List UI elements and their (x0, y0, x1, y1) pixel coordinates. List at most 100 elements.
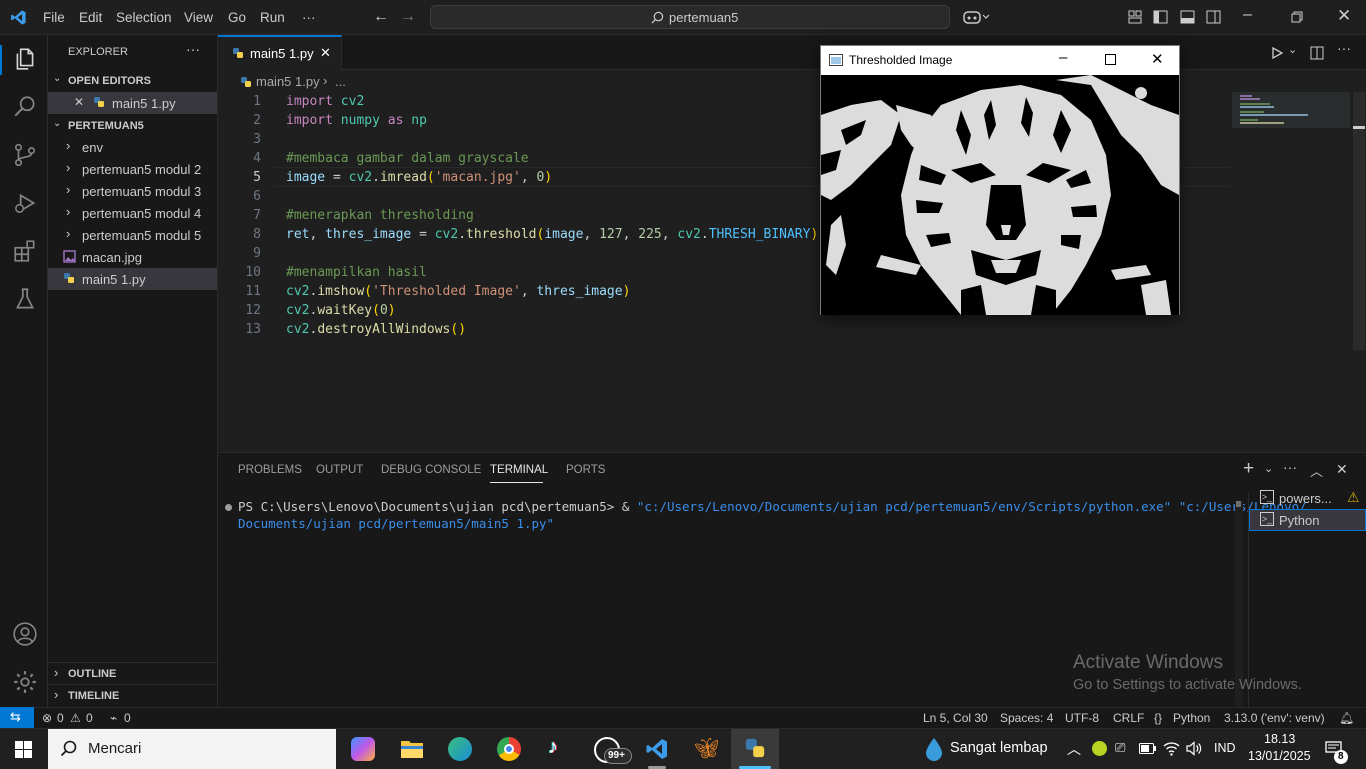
battery-icon[interactable] (1139, 743, 1156, 754)
window-minimize-icon[interactable]: – (1059, 49, 1067, 66)
tree-item-modul-4[interactable]: › pertemuan5 modul 4 (48, 202, 217, 224)
chevron-up-icon[interactable]: ︿ (1067, 739, 1081, 759)
line-ending[interactable]: CRLF (1113, 711, 1144, 725)
tree-item-modul-5[interactable]: › pertemuan5 modul 5 (48, 224, 217, 246)
ports-count[interactable]: 0 (124, 711, 131, 725)
menu-view[interactable]: View (184, 10, 213, 25)
menu-selection[interactable]: Selection (116, 10, 172, 25)
breadcrumb-more[interactable]: ... (335, 74, 346, 89)
windows-start-icon[interactable] (15, 741, 32, 758)
wifi-icon[interactable] (1163, 741, 1180, 756)
menu-more[interactable]: ··· (302, 10, 316, 25)
breadcrumb-file[interactable]: main5 1.py (256, 74, 320, 89)
webcam-icon[interactable]: ⎚ (1115, 740, 1125, 756)
open-editor-item[interactable]: ✕ main5 1.py (48, 92, 217, 114)
run-python-icon[interactable] (1270, 46, 1284, 60)
tab-output[interactable]: OUTPUT (316, 464, 363, 476)
toggle-sidebar-icon[interactable] (1153, 10, 1168, 24)
python-interpreter[interactable]: 3.13.0 ('env': venv) (1224, 711, 1325, 725)
manage-gear-icon[interactable] (12, 669, 38, 695)
tiktok-icon[interactable]: ♪ (548, 736, 558, 759)
run-debug-icon[interactable] (12, 190, 38, 216)
weather-label[interactable]: Sangat lembap (950, 740, 1048, 756)
chrome-browser-icon[interactable] (497, 737, 521, 761)
toggle-panel-icon[interactable] (1180, 10, 1195, 24)
clock-time[interactable]: 18.13 (1264, 732, 1295, 746)
ports-icon[interactable]: ⌁ (110, 711, 117, 725)
tree-item-env[interactable]: › env (48, 136, 217, 158)
clock-date[interactable]: 13/01/2025 (1248, 749, 1311, 763)
edge-browser-icon[interactable] (448, 737, 472, 761)
menu-file[interactable]: File (43, 10, 65, 25)
tree-item-main5-py[interactable]: main5 1.py (48, 268, 217, 290)
copilot-app-icon[interactable] (351, 737, 375, 761)
chevron-down-icon[interactable]: ⌄ (1288, 43, 1297, 56)
tree-item-macan-jpg[interactable]: macan.jpg (48, 246, 217, 268)
folder-header[interactable]: ⌄ PERTEMUAN5 (48, 115, 217, 137)
indentation[interactable]: Spaces: 4 (1000, 711, 1053, 725)
error-count[interactable]: 0 (57, 711, 64, 725)
maximize-panel-chevron-up-icon[interactable]: ︿ (1310, 461, 1323, 480)
notifications-bell-icon[interactable]: 🔔︎ (1339, 711, 1354, 725)
window-maximize-icon[interactable] (1105, 54, 1116, 65)
more-actions-icon[interactable]: ··· (1337, 40, 1351, 56)
minimize-icon[interactable]: – (1243, 6, 1252, 24)
terminal-list-item-powershell[interactable]: >_ powers... ⚠ (1249, 487, 1366, 509)
close-panel-icon[interactable]: ✕ (1336, 461, 1348, 478)
tray-app-icon[interactable] (1092, 741, 1107, 756)
vscode-taskbar-icon[interactable] (645, 737, 669, 761)
window-close-icon[interactable]: ✕ (1151, 50, 1164, 68)
butterfly-app-icon[interactable]: 🦋︎ (694, 736, 719, 761)
terminal-scrollbar[interactable] (1235, 501, 1243, 706)
more-actions-icon[interactable]: ··· (186, 41, 200, 57)
remote-indicator[interactable]: ⇆ (0, 707, 34, 729)
humidity-drop-icon[interactable] (925, 737, 943, 761)
close-editor-icon[interactable]: ✕ (74, 95, 84, 109)
file-explorer-icon[interactable] (400, 738, 424, 760)
input-language[interactable]: IND (1214, 741, 1236, 755)
taskbar-search-box[interactable]: Mencari (48, 729, 336, 769)
open-editors-header[interactable]: ⌄ OPEN EDITORS (48, 70, 217, 92)
editor-scrollbar[interactable] (1353, 92, 1365, 350)
menu-go[interactable]: Go (228, 10, 246, 25)
language-mode[interactable]: Python (1173, 711, 1210, 725)
encoding[interactable]: UTF-8 (1065, 711, 1099, 725)
menu-edit[interactable]: Edit (79, 10, 102, 25)
tree-item-modul-3[interactable]: › pertemuan5 modul 3 (48, 180, 217, 202)
tab-ports[interactable]: PORTS (566, 464, 605, 476)
tab-main5-py[interactable]: main5 1.py ✕ (218, 35, 342, 71)
source-control-icon[interactable] (12, 142, 38, 168)
tab-terminal[interactable]: TERMINAL (490, 464, 548, 476)
restore-icon[interactable] (1291, 11, 1303, 23)
outline-header[interactable]: › OUTLINE (48, 663, 217, 685)
copilot-icon[interactable] (962, 9, 990, 25)
tab-problems[interactable]: PROBLEMS (238, 464, 302, 476)
toggle-secondary-sidebar-icon[interactable] (1206, 10, 1221, 24)
close-window-icon[interactable]: ✕ (1337, 6, 1351, 26)
chevron-down-icon[interactable]: ⌄ (1264, 462, 1273, 475)
warning-count[interactable]: 0 (86, 711, 93, 725)
explorer-icon[interactable] (12, 46, 38, 72)
customize-layout-icon[interactable] (1128, 10, 1142, 24)
forward-arrow-icon[interactable]: → (400, 8, 416, 26)
back-arrow-icon[interactable]: ← (373, 8, 389, 26)
warning-icon[interactable]: ⚠ (70, 711, 81, 725)
more-actions-icon[interactable]: ··· (1283, 459, 1297, 475)
thresholded-image-window[interactable]: Thresholded Image – ✕ (820, 45, 1180, 315)
window-titlebar[interactable]: Thresholded Image – ✕ (821, 46, 1179, 75)
split-editor-icon[interactable] (1310, 46, 1324, 60)
minimap[interactable] (1232, 92, 1350, 128)
cursor-position[interactable]: Ln 5, Col 30 (923, 711, 988, 725)
menu-run[interactable]: Run (260, 10, 285, 25)
terminal-list-item-python[interactable]: >_ Python (1249, 509, 1366, 531)
error-icon[interactable]: ⊗ (42, 711, 52, 725)
timeline-header[interactable]: › TIMELINE (48, 685, 217, 707)
search-icon[interactable] (12, 94, 38, 120)
python-window-button[interactable] (731, 729, 779, 769)
command-center[interactable]: pertemuan5 (430, 5, 950, 29)
account-icon[interactable] (12, 621, 38, 647)
new-terminal-plus-icon[interactable]: + (1243, 458, 1254, 480)
tab-debug-console[interactable]: DEBUG CONSOLE (381, 464, 481, 476)
tree-item-modul-2[interactable]: › pertemuan5 modul 2 (48, 158, 217, 180)
testing-flask-icon[interactable] (12, 286, 38, 312)
